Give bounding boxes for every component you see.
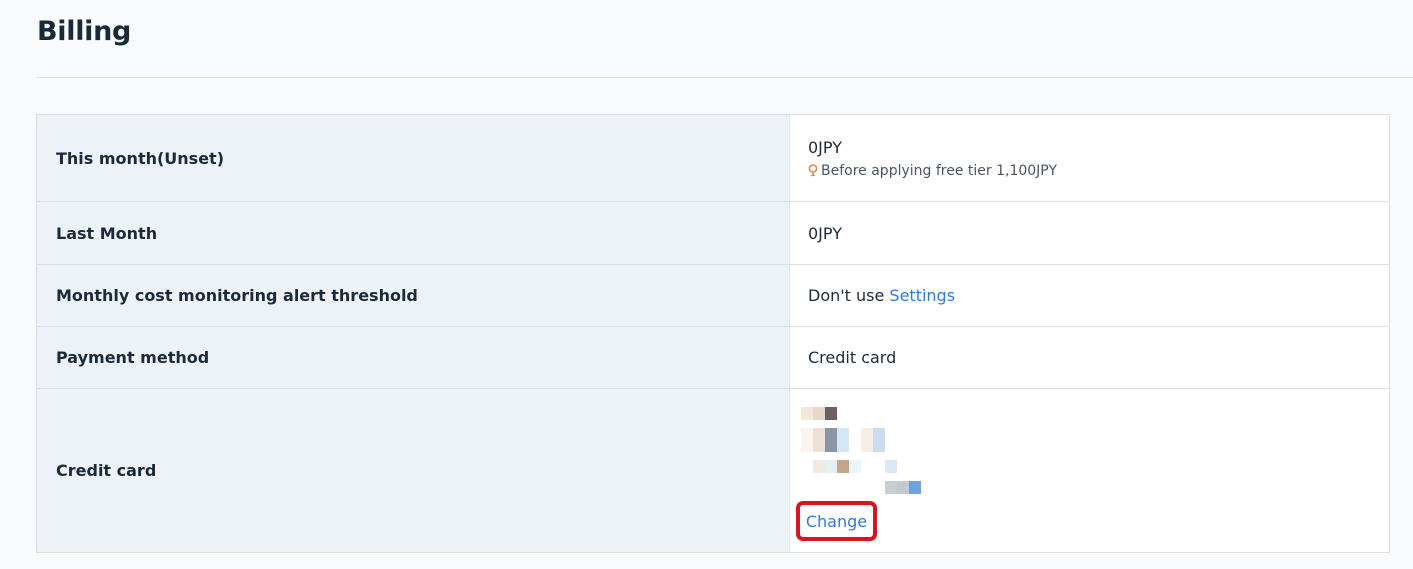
table-row-credit-card: Credit card Change <box>37 389 1389 553</box>
alert-threshold-value: Don't use Settings <box>808 286 1389 305</box>
row-value-cell: 0JPY Before applying free tier 1,100JPY <box>790 115 1389 201</box>
alert-threshold-status: Don't use <box>808 286 885 305</box>
row-value-cell: Credit card <box>790 327 1389 388</box>
row-value-cell: Don't use Settings <box>790 265 1389 326</box>
row-label: Payment method <box>37 327 790 388</box>
free-tier-note: Before applying free tier 1,100JPY <box>808 163 1389 179</box>
row-label: Monthly cost monitoring alert threshold <box>37 265 790 326</box>
row-label: Last Month <box>37 202 790 264</box>
table-row-alert-threshold: Monthly cost monitoring alert threshold … <box>37 265 1389 327</box>
table-row-last-month: Last Month 0JPY <box>37 202 1389 265</box>
change-card-link[interactable]: Change <box>806 512 867 531</box>
billing-page: Billing This month(Unset) 0JPY Before ap… <box>0 0 1413 569</box>
payment-method-value: Credit card <box>808 348 897 367</box>
page-title: Billing <box>37 16 132 47</box>
row-label: Credit card <box>37 389 790 552</box>
billing-table: This month(Unset) 0JPY Before applying f… <box>36 114 1390 553</box>
free-tier-note-text: Before applying free tier 1,100JPY <box>821 162 1057 179</box>
change-link-highlight: Change <box>796 501 877 541</box>
row-value-cell: 0JPY <box>790 202 1389 264</box>
table-row-this-month: This month(Unset) 0JPY Before applying f… <box>37 115 1389 202</box>
redacted-card-details <box>801 407 1389 502</box>
table-row-payment-method: Payment method Credit card <box>37 327 1389 389</box>
title-divider <box>36 77 1413 78</box>
row-value-cell: Change <box>790 389 1389 552</box>
this-month-amount: 0JPY <box>808 137 842 157</box>
lightbulb-icon <box>808 164 818 177</box>
row-label: This month(Unset) <box>37 115 790 201</box>
last-month-amount: 0JPY <box>808 223 842 243</box>
settings-link[interactable]: Settings <box>889 286 955 305</box>
